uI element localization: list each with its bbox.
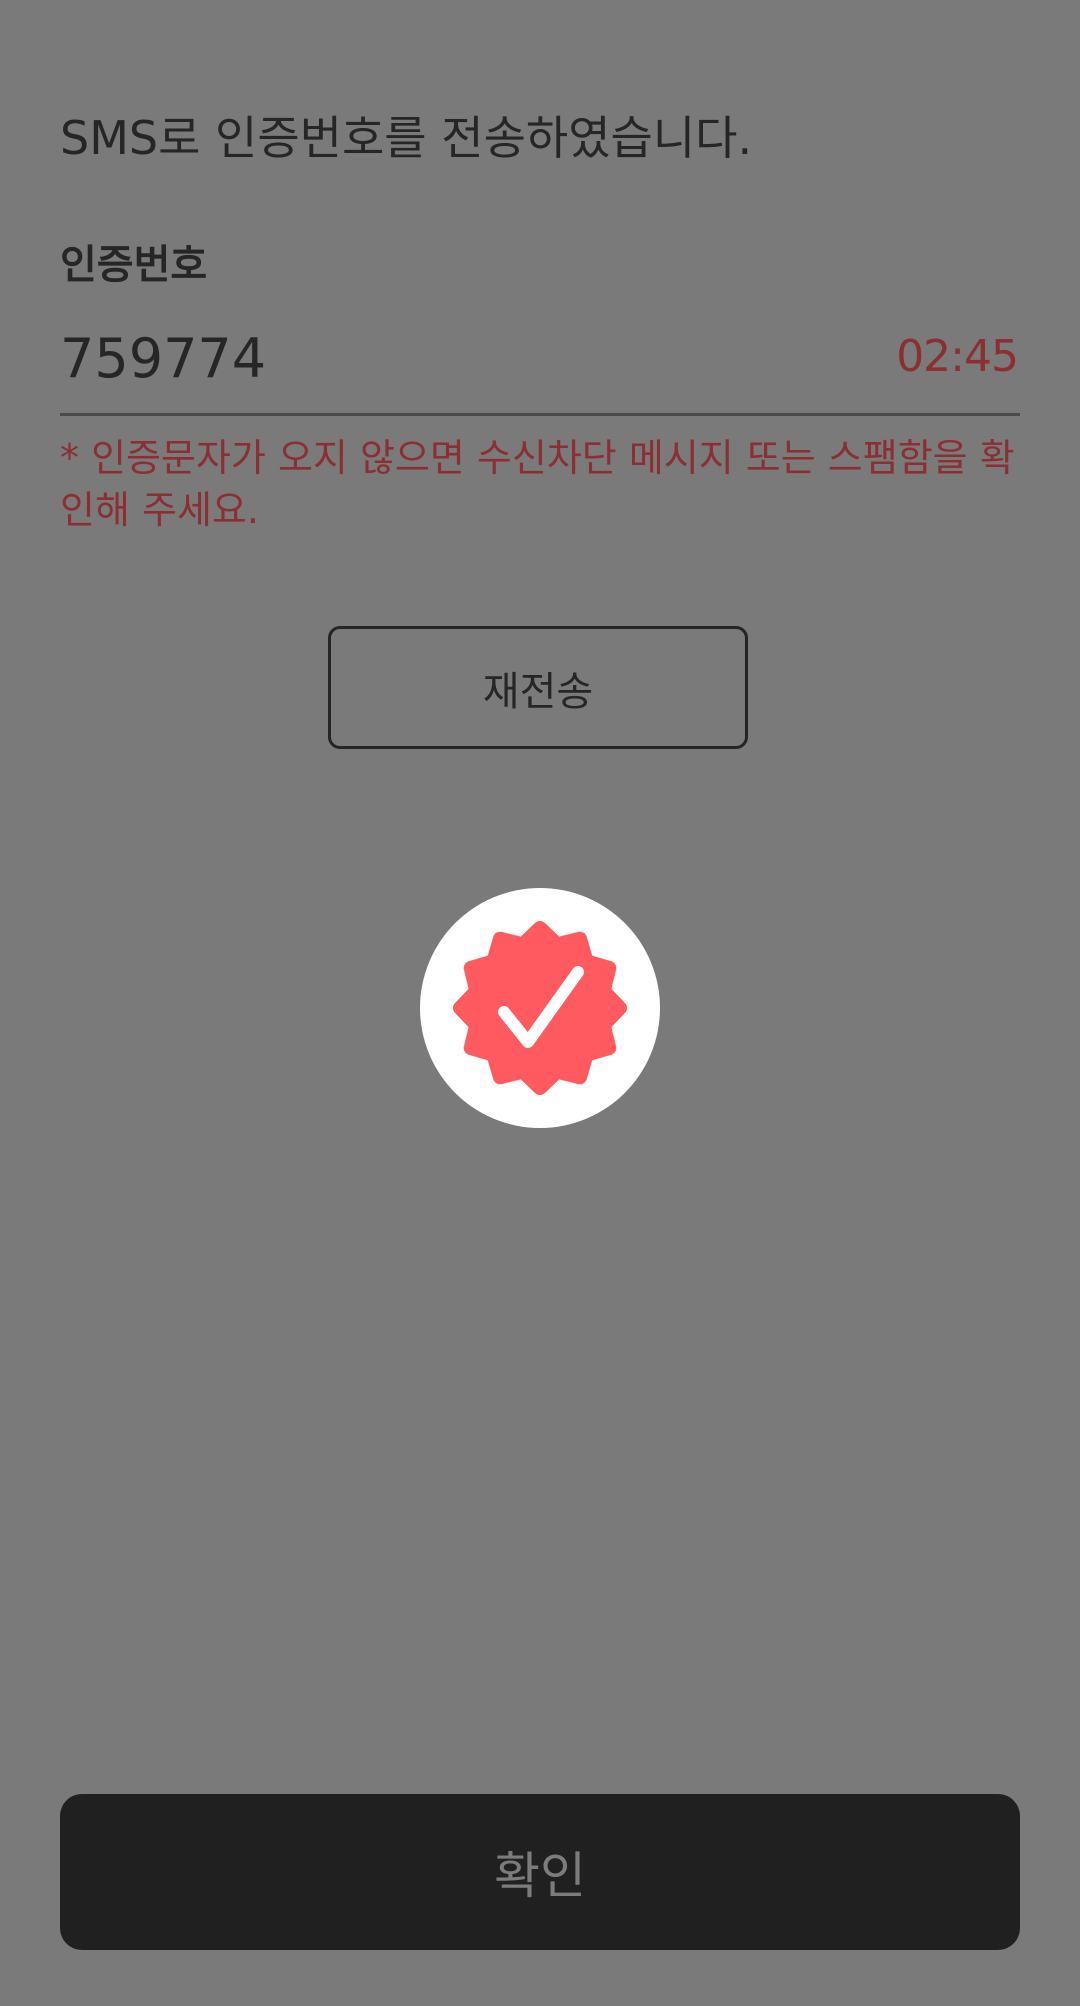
verified-badge [420, 888, 660, 1128]
sms-sent-message: SMS로 인증번호를 전송하였습니다. [60, 111, 753, 165]
sms-notice-text: * 인증문자가 오지 않으면 수신차단 메시지 또는 스팸함을 확인해 주세요. [60, 436, 1015, 532]
countdown-timer: 02:45 [896, 331, 1019, 382]
verification-code-label: 인증번호 [60, 242, 208, 288]
verification-screen: SMS로 인증번호를 전송하였습니다. 인증번호 02:45 * 인증문자가 오… [0, 0, 1080, 2006]
resend-button[interactable]: 재전송 [328, 626, 748, 749]
verification-code-field: 02:45 [60, 315, 1020, 416]
verification-code-input[interactable] [60, 323, 820, 393]
confirm-button[interactable]: 확인 [60, 1794, 1020, 1950]
verified-check-icon [453, 921, 627, 1095]
